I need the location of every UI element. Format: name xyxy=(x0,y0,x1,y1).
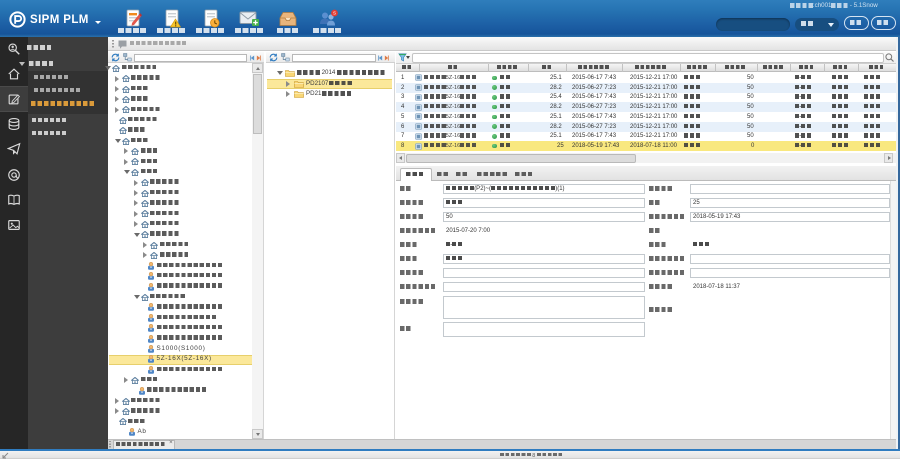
svg-text:S: S xyxy=(333,11,336,16)
